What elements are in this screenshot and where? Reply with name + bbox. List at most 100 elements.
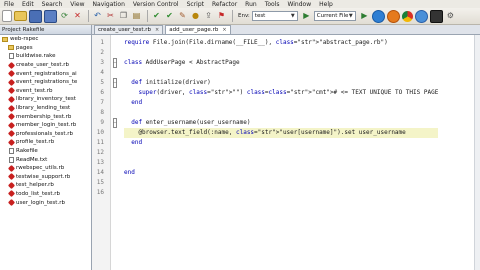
debug-icon[interactable]: ● <box>190 11 201 22</box>
tree-item[interactable]: rwebspec_utils.rb <box>0 164 91 173</box>
tree-item-label: library_lending_test <box>16 105 71 112</box>
tree-item-label: user_login_test.rb <box>16 199 65 206</box>
tree-item[interactable]: todo_list_test.rb <box>0 190 91 199</box>
code-line[interactable]: end <box>124 168 438 178</box>
tab-label: create_user_test.rb <box>98 27 152 33</box>
menu-refactor[interactable]: Refactor <box>208 1 241 8</box>
tree-item-label: event_test.rb <box>16 87 53 94</box>
menu-help[interactable]: Help <box>315 1 337 8</box>
save-icon[interactable] <box>29 9 42 23</box>
tree-item[interactable]: buildwise.rake <box>0 52 91 61</box>
code-line[interactable]: @browser.text_field(:name, class="str">"… <box>124 128 439 138</box>
code-line[interactable] <box>124 108 438 118</box>
tree-item[interactable]: member_login_test.rb <box>0 121 91 130</box>
fold-toggle-icon[interactable]: − <box>112 78 118 88</box>
tree-item[interactable]: pages <box>0 44 91 53</box>
code-line[interactable] <box>124 178 438 188</box>
code-line[interactable] <box>124 48 438 58</box>
tree-item-label: pages <box>16 44 33 51</box>
save-all-icon[interactable] <box>44 9 57 23</box>
code-content[interactable]: require File.join(File.dirname(__FILE__)… <box>124 38 439 198</box>
run-icon[interactable]: ▶ <box>359 11 370 22</box>
safari-icon[interactable] <box>414 9 428 23</box>
code-line[interactable]: def enter_username(user_username) <box>124 118 438 128</box>
tree-item[interactable]: test_helper.rb <box>0 181 91 190</box>
tree-item[interactable]: professionals_test.rb <box>0 130 91 139</box>
ruby-icon <box>7 61 15 69</box>
tree-item[interactable]: event_test.rb <box>0 87 91 96</box>
terminal-icon[interactable] <box>429 9 443 23</box>
new-file-icon[interactable] <box>2 10 12 22</box>
tree-item[interactable]: library_inventory_test <box>0 95 91 104</box>
close-icon[interactable]: × <box>155 27 159 33</box>
firefox-icon[interactable] <box>386 9 400 23</box>
open-folder-icon[interactable] <box>14 11 27 21</box>
fold-toggle-icon[interactable]: − <box>112 118 118 128</box>
tree-item[interactable]: web-rspec <box>0 35 91 44</box>
code-line[interactable] <box>124 148 438 158</box>
menu-window[interactable]: Window <box>283 1 315 8</box>
env-select[interactable]: test ▼ <box>251 11 298 21</box>
refresh-icon[interactable]: ⟳ <box>59 11 70 22</box>
globe-icon[interactable] <box>371 9 385 23</box>
run-config-select[interactable]: Current File ▼ <box>313 11 356 21</box>
export-icon[interactable]: ⇪ <box>203 11 214 22</box>
tab-add-user-page-rb[interactable]: add_user_page.rb × <box>165 25 231 34</box>
menu-version-control[interactable]: Version Control <box>129 1 183 8</box>
menu-edit[interactable]: Edit <box>18 1 38 8</box>
chrome-icon[interactable] <box>401 10 413 22</box>
code-line[interactable]: require File.join(File.dirname(__FILE__)… <box>124 38 438 48</box>
code-line[interactable]: end <box>124 138 438 148</box>
check-all-icon[interactable]: ✔ <box>164 11 175 22</box>
cut-icon[interactable]: ✂ <box>105 11 116 22</box>
code-line[interactable]: class AddUserPage < AbstractPage <box>124 58 438 68</box>
editor-gutter: 1 2 3 4 5 6 7 8 9 10 11 12 13 14 15 16 <box>92 35 111 270</box>
code-line[interactable] <box>124 158 438 168</box>
menu-navigation[interactable]: Navigation <box>89 1 129 8</box>
tree-item-label: buildwise.rake <box>16 53 56 60</box>
tree-item[interactable]: library_lending_test <box>0 104 91 113</box>
marker-icon[interactable]: ⚑ <box>216 11 227 22</box>
settings-icon[interactable]: ⚙ <box>445 11 456 22</box>
menu-view[interactable]: View <box>66 1 88 8</box>
play-icon[interactable]: ▶ <box>301 11 312 22</box>
paste-icon[interactable]: ▤ <box>131 11 142 22</box>
line-number: 15 <box>96 179 104 186</box>
check-icon[interactable]: ✔ <box>151 11 162 22</box>
editor-scrollbar[interactable] <box>474 35 480 270</box>
fold-toggle-icon[interactable]: − <box>112 58 118 68</box>
code-line[interactable] <box>124 188 438 198</box>
code-line[interactable] <box>124 68 438 78</box>
tab-label: add_user_page.rb <box>169 27 219 33</box>
tree-item[interactable]: event_registrations_ai <box>0 69 91 78</box>
tree-item[interactable]: event_registrations_te <box>0 78 91 87</box>
paint-icon[interactable]: ✎ <box>177 11 188 22</box>
menu-run[interactable]: Run <box>241 1 261 8</box>
code-line[interactable]: super(driver, class="str">"") class=clas… <box>124 88 438 98</box>
menu-file[interactable]: File <box>0 1 18 8</box>
close-file-icon[interactable]: ✕ <box>72 11 83 22</box>
tab-create-user-test-rb[interactable]: create_user_test.rb × <box>94 25 164 34</box>
tree-item[interactable]: create_user_test.rb <box>0 61 91 70</box>
close-icon[interactable]: × <box>222 27 226 33</box>
tree-item[interactable]: profile_test.rb <box>0 138 91 147</box>
code-editor[interactable]: 1 2 3 4 5 6 7 8 9 10 11 12 13 14 15 16 − − − require Fi… <box>92 35 480 270</box>
tree-item[interactable]: Rakefile <box>0 147 91 156</box>
code-line[interactable]: def initialize(driver) <box>124 78 438 88</box>
tree-item[interactable]: testwise_support.rb <box>0 173 91 182</box>
menu-script[interactable]: Script <box>183 1 208 8</box>
tree-item[interactable]: user_login_test.rb <box>0 198 91 207</box>
copy-icon[interactable]: ❐ <box>118 11 129 22</box>
tree-item-label: event_registrations_te <box>16 79 78 86</box>
code-line[interactable]: end <box>124 98 438 108</box>
undo-icon[interactable]: ↶ <box>92 11 103 22</box>
run-config-value: Current File <box>316 13 349 19</box>
tree-item-label: membership_test.rb <box>16 113 72 120</box>
menu-tools[interactable]: Tools <box>261 1 284 8</box>
tree-item[interactable]: ReadMe.txt <box>0 155 91 164</box>
tree-item[interactable]: membership_test.rb <box>0 112 91 121</box>
tree-item-label: professionals_test.rb <box>16 130 74 137</box>
menu-search[interactable]: Search <box>38 1 67 8</box>
